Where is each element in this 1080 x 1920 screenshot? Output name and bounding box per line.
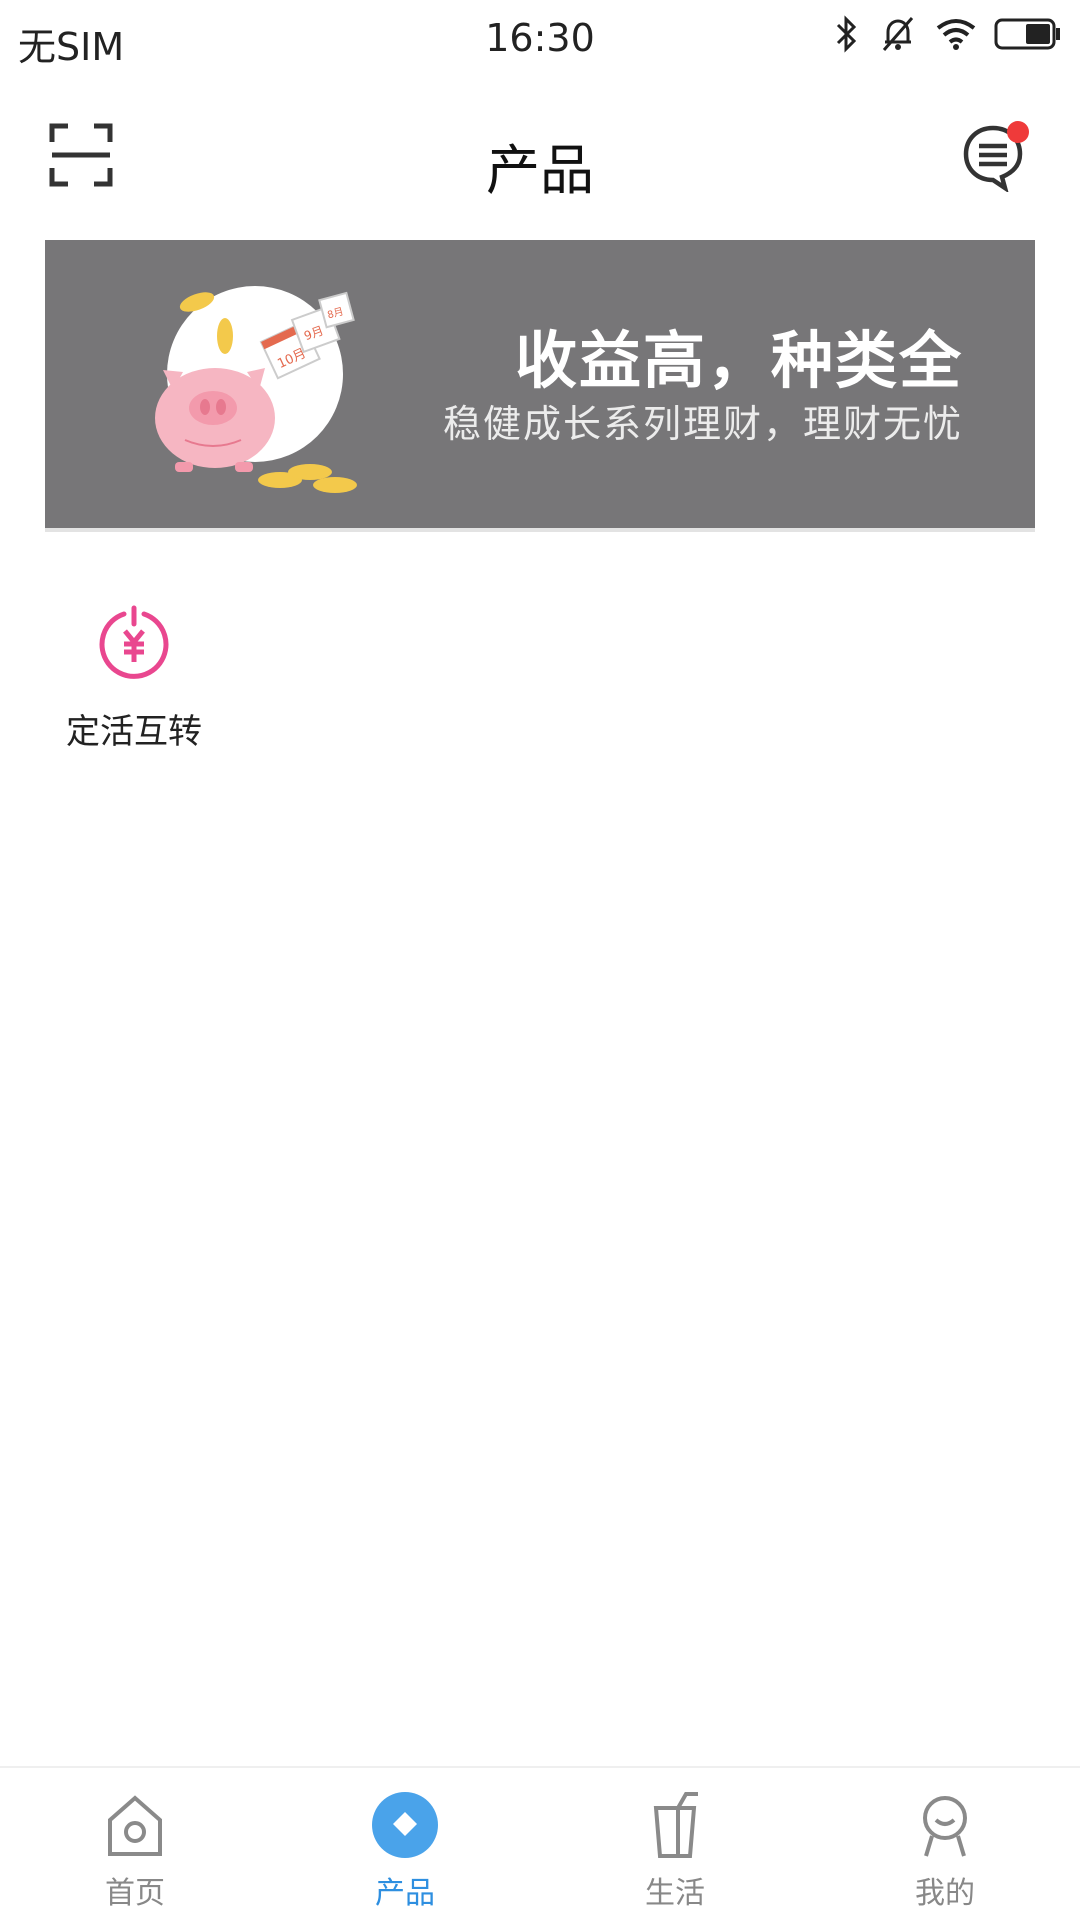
unread-badge-dot — [1007, 121, 1029, 143]
banner-divider — [45, 528, 1035, 532]
tab-label: 生活 — [645, 1876, 705, 1911]
cup-icon — [653, 1792, 698, 1858]
tab-product[interactable]: 产品 — [270, 1768, 540, 1920]
banner-title: 收益高，种类全 — [514, 324, 963, 397]
page-title: 产品 — [486, 139, 594, 202]
message-icon — [963, 121, 1029, 194]
banner-subtitle: 稳健成长系列理财，理财无忧 — [442, 402, 963, 446]
tab-label: 首页 — [105, 1876, 165, 1911]
entry-fixed-demand-transfer[interactable]: 定活互转 — [54, 604, 214, 764]
product-diamond-icon — [372, 1792, 438, 1858]
bottom-tab-bar: 首页 产品 生活 我的 — [0, 1766, 1080, 1920]
tab-label: 产品 — [375, 1876, 435, 1911]
tab-mine[interactable]: 我的 — [810, 1768, 1080, 1920]
message-button[interactable] — [960, 120, 1032, 194]
tab-life[interactable]: 生活 — [540, 1768, 810, 1920]
yuan-power-icon — [99, 605, 169, 679]
tab-home[interactable]: 首页 — [0, 1768, 270, 1920]
tab-label: 我的 — [915, 1876, 975, 1911]
wifi-icon — [936, 19, 976, 50]
battery-icon — [994, 18, 1060, 50]
mute-bell-icon — [882, 17, 914, 51]
bluetooth-icon — [836, 15, 857, 53]
screen: 无SIM 16:30 产品 10月 9月 8月 收益高，种类全 稳健成长系列理财… — [0, 0, 1080, 1920]
entry-label: 定活互转 — [66, 712, 202, 752]
piggy-bank-illustration: 10月 9月 8月 — [155, 286, 357, 493]
user-icon — [923, 1796, 967, 1857]
header-bar: 产品 — [0, 100, 1080, 220]
promo-banner[interactable]: 10月 9月 8月 收益高，种类全 稳健成长系列理财，理财无忧 — [45, 240, 1035, 528]
home-icon — [108, 1795, 162, 1856]
status-bar: 无SIM 16:30 — [0, 0, 1080, 76]
status-icons — [832, 14, 1062, 54]
